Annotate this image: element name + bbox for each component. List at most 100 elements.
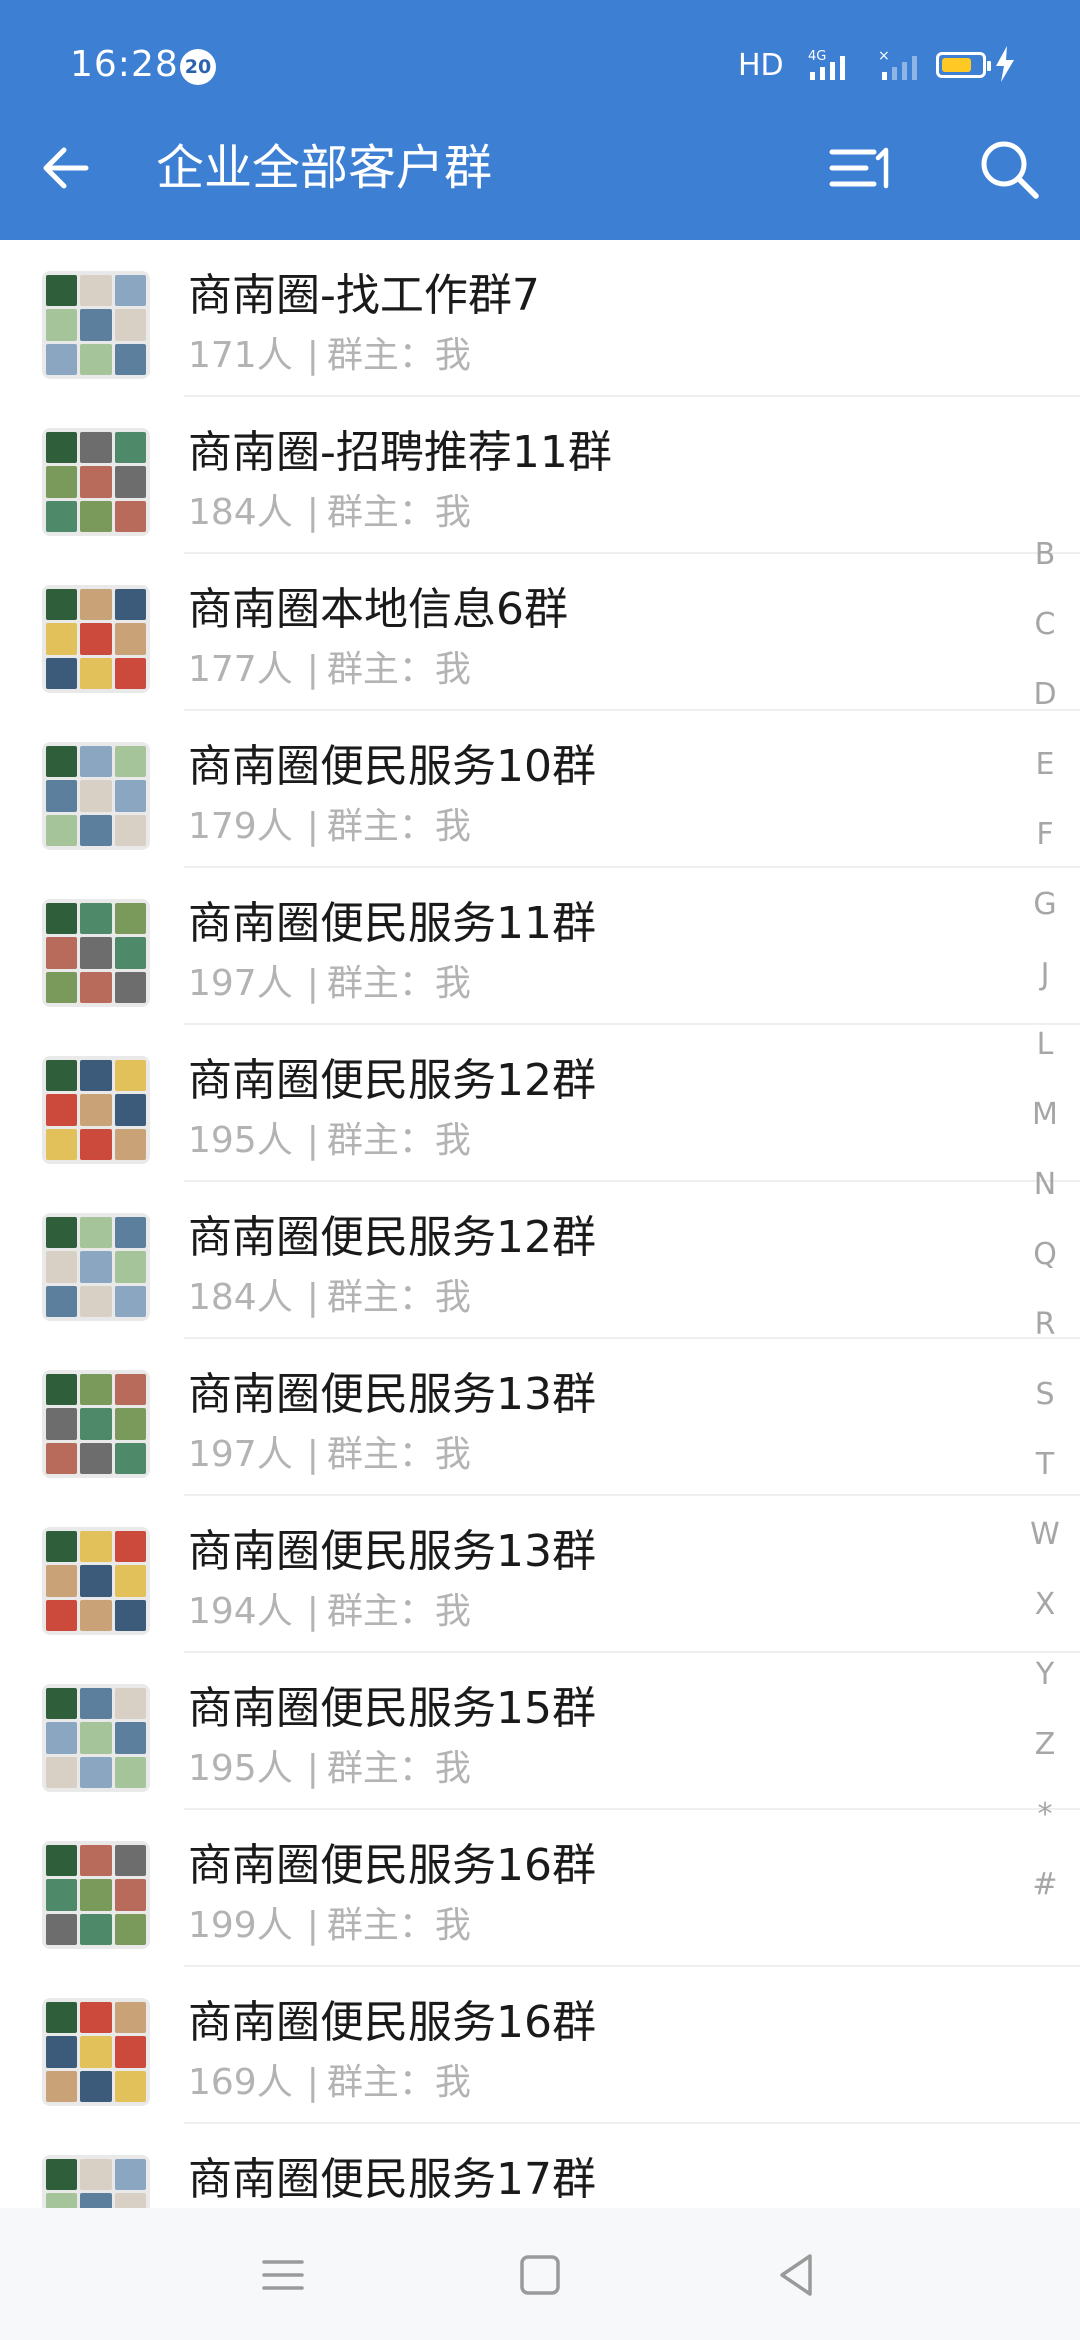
status-bar: 16:28 20 HD 4G × — [0, 0, 1080, 130]
index-letter[interactable]: X — [1020, 1580, 1070, 1650]
group-name: 商南圈便民服务13群 — [188, 1369, 596, 1420]
index-letter[interactable]: S — [1020, 1370, 1070, 1440]
group-list-item[interactable]: 商南圈便民服务16群 169人 | 群主：我 — [0, 1967, 1080, 2124]
index-letter[interactable]: M — [1020, 1090, 1070, 1160]
menu-icon[interactable] — [256, 2248, 310, 2302]
group-meta: 195人 | 群主：我 — [188, 1746, 471, 1792]
group-owner: 群主：我 — [326, 963, 471, 1004]
group-list-item[interactable]: 商南圈本地信息6群 177人 | 群主：我 — [0, 554, 1080, 711]
system-navigation-bar — [0, 2208, 1080, 2340]
group-list-item[interactable]: 商南圈-招聘推荐11群 184人 | 群主：我 — [0, 397, 1080, 554]
group-avatar — [42, 1684, 150, 1792]
index-letter[interactable]: Y — [1020, 1650, 1070, 1720]
group-meta: 199人 | 群主：我 — [188, 1903, 471, 1949]
group-owner: 群主：我 — [326, 649, 471, 690]
page-title: 企业全部客户群 — [156, 140, 493, 196]
index-letter[interactable]: L — [1020, 1020, 1070, 1090]
member-count: 195人 — [188, 1120, 293, 1161]
sort-icon[interactable] — [826, 138, 896, 198]
index-letter[interactable]: W — [1020, 1510, 1070, 1580]
group-owner: 群主：我 — [326, 2062, 471, 2103]
group-list-item[interactable]: 商南圈便民服务12群 184人 | 群主：我 — [0, 1182, 1080, 1339]
group-list-item[interactable]: 商南圈便民服务13群 194人 | 群主：我 — [0, 1496, 1080, 1653]
meta-separator: | — [306, 1748, 319, 1789]
index-letter[interactable]: D — [1020, 670, 1070, 740]
member-count: 199人 — [188, 1905, 293, 1946]
group-avatar — [42, 428, 150, 536]
arrow-left-icon[interactable] — [36, 138, 96, 198]
group-avatar — [42, 1998, 150, 2106]
meta-separator: | — [306, 492, 319, 533]
meta-separator: | — [306, 806, 319, 847]
index-letter[interactable]: R — [1020, 1300, 1070, 1370]
group-name: 商南圈本地信息6群 — [188, 584, 568, 635]
group-name: 商南圈便民服务10群 — [188, 741, 596, 792]
group-list-item[interactable]: 商南圈便民服务16群 199人 | 群主：我 — [0, 1810, 1080, 1967]
signal-4g-icon: 4G — [808, 49, 845, 80]
group-meta: 177人 | 群主：我 — [188, 647, 471, 693]
svg-text:×: × — [878, 48, 890, 64]
group-list-item[interactable]: 商南圈便民服务12群 195人 | 群主：我 — [0, 1025, 1080, 1182]
group-avatar — [42, 2155, 150, 2208]
battery-level — [942, 58, 971, 72]
group-avatar — [42, 742, 150, 850]
search-icon[interactable] — [976, 136, 1042, 202]
battery-icon — [936, 52, 991, 78]
meta-separator: | — [306, 1905, 319, 1946]
member-count: 195人 — [188, 1748, 293, 1789]
index-letter[interactable]: J — [1020, 950, 1070, 1020]
meta-separator: | — [306, 963, 319, 1004]
member-count: 197人 — [188, 1434, 293, 1475]
back-triangle-icon[interactable] — [770, 2248, 824, 2302]
group-name: 商南圈便民服务12群 — [188, 1055, 596, 1106]
index-letter[interactable]: N — [1020, 1160, 1070, 1230]
hd-label: HD — [738, 48, 784, 83]
group-name: 商南圈便民服务13群 — [188, 1526, 596, 1577]
meta-separator: | — [306, 1434, 319, 1475]
group-list-item[interactable]: 商南圈便民服务15群 195人 | 群主：我 — [0, 1653, 1080, 1810]
alphabet-index-bar[interactable]: B C D E F G J L M N Q R S T W X Y Z * # — [1020, 530, 1070, 1930]
group-avatar — [42, 585, 150, 693]
index-letter[interactable]: * — [1020, 1790, 1070, 1860]
group-name: 商南圈便民服务15群 — [188, 1683, 596, 1734]
group-owner: 群主：我 — [326, 492, 471, 533]
meta-separator: | — [306, 335, 319, 376]
index-letter[interactable]: B — [1020, 530, 1070, 600]
member-count: 171人 — [188, 335, 293, 376]
group-meta: 184人 | 群主：我 — [188, 490, 471, 536]
home-square-icon[interactable] — [513, 2248, 567, 2302]
group-name: 商南圈便民服务17群 — [188, 2154, 596, 2205]
index-letter[interactable]: F — [1020, 810, 1070, 880]
group-list-item[interactable]: 商南圈便民服务17群 — [0, 2124, 1080, 2208]
index-letter[interactable]: C — [1020, 600, 1070, 670]
group-list-item[interactable]: 商南圈-找工作群7 171人 | 群主：我 — [0, 240, 1080, 397]
group-meta: 195人 | 群主：我 — [188, 1118, 471, 1164]
group-list-item[interactable]: 商南圈便民服务13群 197人 | 群主：我 — [0, 1339, 1080, 1496]
index-letter[interactable]: E — [1020, 740, 1070, 810]
group-owner: 群主：我 — [326, 1120, 471, 1161]
meta-separator: | — [306, 1591, 319, 1632]
group-avatar — [42, 1056, 150, 1164]
group-list: 商南圈-找工作群7 171人 | 群主：我 商南圈-招聘推荐11群 184人 | 群主：我 商南… — [0, 240, 1080, 2208]
meta-separator: | — [306, 1120, 319, 1161]
member-count: 197人 — [188, 963, 293, 1004]
index-letter[interactable]: # — [1020, 1860, 1070, 1930]
group-meta: 171人 | 群主：我 — [188, 333, 471, 379]
app-header: 16:28 20 HD 4G × 企业全部客户群 — [0, 0, 1080, 240]
index-letter[interactable]: Q — [1020, 1230, 1070, 1300]
group-avatar — [42, 1527, 150, 1635]
group-meta: 197人 | 群主：我 — [188, 1432, 471, 1478]
member-count: 177人 — [188, 649, 293, 690]
member-count: 179人 — [188, 806, 293, 847]
index-letter[interactable]: T — [1020, 1440, 1070, 1510]
group-name: 商南圈-招聘推荐11群 — [188, 427, 612, 478]
group-list-item[interactable]: 商南圈便民服务11群 197人 | 群主：我 — [0, 868, 1080, 1025]
group-owner: 群主：我 — [326, 1434, 471, 1475]
index-letter[interactable]: G — [1020, 880, 1070, 950]
group-avatar — [42, 1370, 150, 1478]
member-count: 194人 — [188, 1591, 293, 1632]
group-name: 商南圈便民服务11群 — [188, 898, 596, 949]
index-letter[interactable]: Z — [1020, 1720, 1070, 1790]
group-name: 商南圈便民服务12群 — [188, 1212, 596, 1263]
group-list-item[interactable]: 商南圈便民服务10群 179人 | 群主：我 — [0, 711, 1080, 868]
